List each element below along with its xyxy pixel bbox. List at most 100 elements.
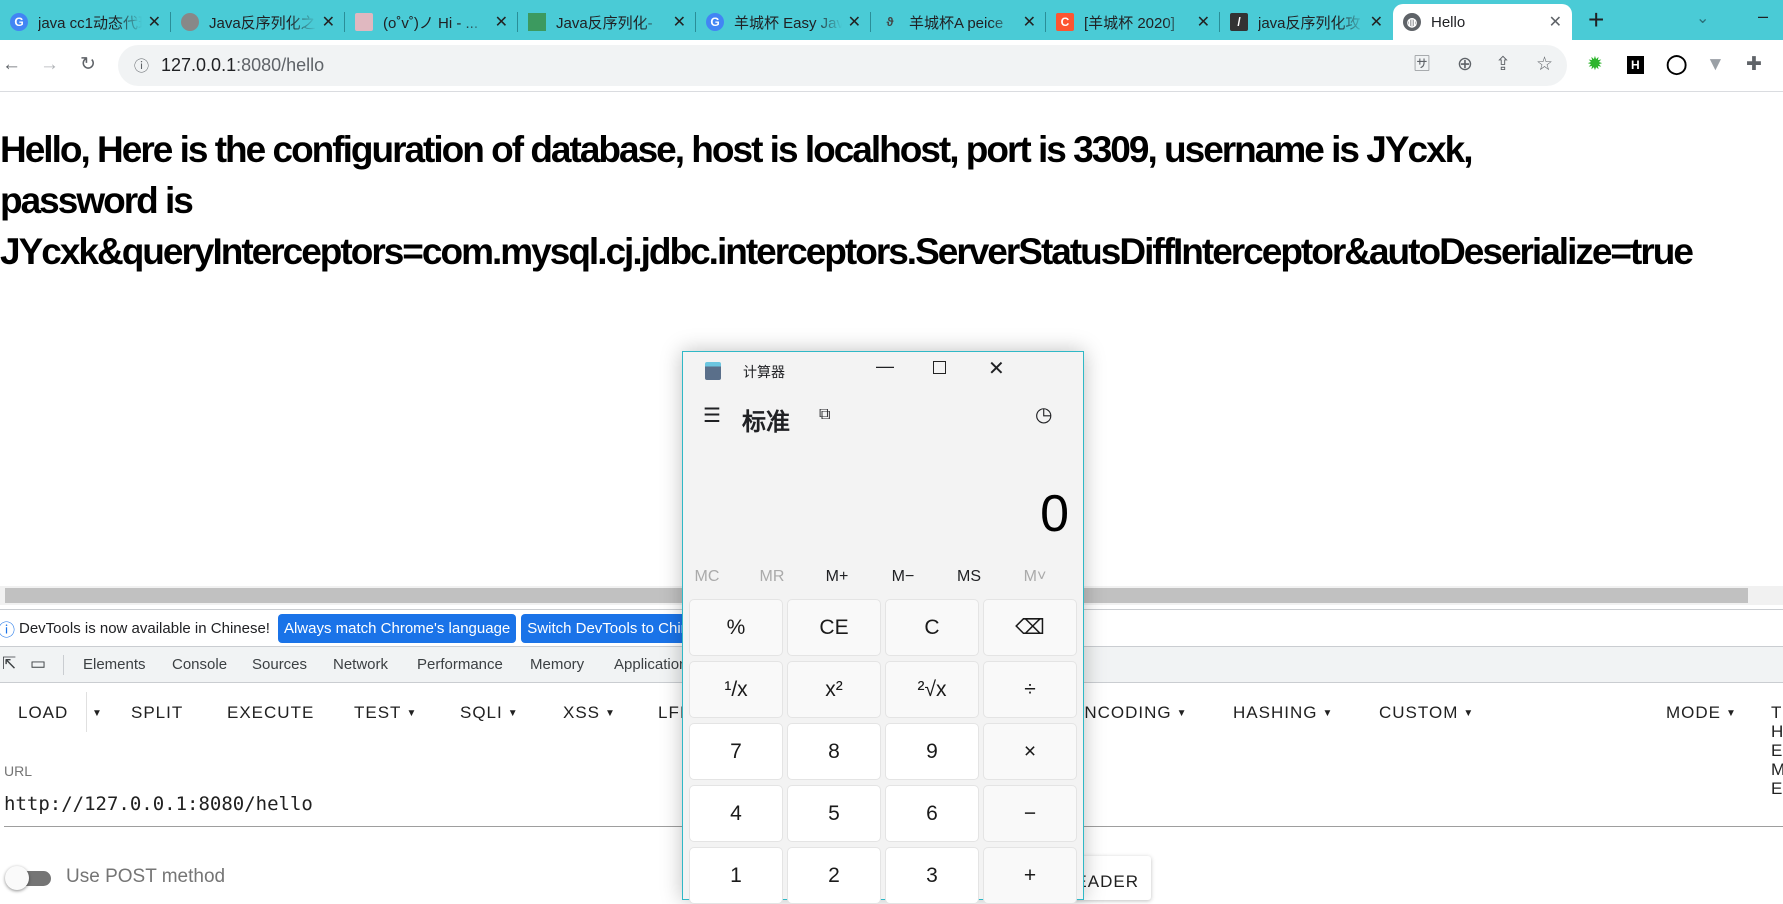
browser-tab[interactable]: / java反序列化攻 ✕ xyxy=(1220,4,1393,40)
inspect-element-icon[interactable]: ⇱ xyxy=(2,654,16,674)
translate-icon[interactable]: 🈂 xyxy=(1414,54,1430,76)
key-backspace-button[interactable]: ⌫ xyxy=(983,599,1077,656)
memory-recall-button[interactable]: MR xyxy=(742,568,802,586)
new-tab-button[interactable]: + xyxy=(1588,4,1604,36)
key-clear-button[interactable]: C xyxy=(885,599,979,656)
info-icon[interactable]: ⓘ xyxy=(134,55,149,76)
close-tab-icon[interactable]: ✕ xyxy=(1370,12,1383,32)
google-icon: G xyxy=(10,13,28,31)
browser-tab[interactable]: Java反序列化- ✕ xyxy=(518,4,696,40)
green-bars-icon xyxy=(528,13,546,31)
memory-store-button[interactable]: MS xyxy=(939,568,999,586)
memory-clear-button[interactable]: MC xyxy=(677,568,737,586)
post-method-toggle[interactable] xyxy=(5,866,51,890)
close-tab-icon[interactable]: ✕ xyxy=(1023,12,1036,32)
xss-menu[interactable]: XSS ▼ xyxy=(563,703,616,723)
key-add-button[interactable]: + xyxy=(983,847,1077,904)
execute-button[interactable]: EXECUTE xyxy=(227,703,314,723)
browser-tab[interactable]: (o˚v˚)ノ Hi - ... ✕ xyxy=(345,4,518,40)
avatar-icon xyxy=(181,13,199,31)
mode-menu[interactable]: MODE ▼ xyxy=(1666,703,1737,723)
theme-menu[interactable]: THEME xyxy=(1771,703,1783,798)
close-tab-icon[interactable]: ✕ xyxy=(1197,12,1210,32)
key-square-root-button[interactable]: ²√x xyxy=(885,661,979,718)
content-line: Hello, Here is the configuration of data… xyxy=(0,129,1474,170)
key-five-button[interactable]: 5 xyxy=(787,785,881,842)
history-icon[interactable]: ◷ xyxy=(1035,402,1052,427)
tab-elements[interactable]: Elements xyxy=(83,656,146,673)
close-tab-icon[interactable]: ✕ xyxy=(148,12,161,32)
tab-memory[interactable]: Memory xyxy=(530,656,584,673)
key-square-button[interactable]: x² xyxy=(787,661,881,718)
extension-o-icon[interactable]: ◯ xyxy=(1666,54,1687,76)
extension-green-gear-icon[interactable]: ✹ xyxy=(1587,54,1603,76)
key-subtract-button[interactable]: − xyxy=(983,785,1077,842)
key-eight-button[interactable]: 8 xyxy=(787,723,881,780)
back-icon[interactable]: ← xyxy=(2,54,21,76)
zoom-icon[interactable]: ⊕ xyxy=(1457,54,1473,76)
minimize-icon[interactable]: — xyxy=(876,356,894,377)
minimize-window-icon[interactable]: – xyxy=(1758,6,1768,27)
tab-network[interactable]: Network xyxy=(333,656,388,673)
key-four-button[interactable]: 4 xyxy=(689,785,783,842)
share-icon[interactable]: ⇪ xyxy=(1495,54,1511,76)
key-nine-button[interactable]: 9 xyxy=(885,723,979,780)
load-button[interactable]: LOAD xyxy=(18,703,68,723)
browser-tab[interactable]: C [羊城杯 2020] ✕ xyxy=(1046,4,1220,40)
close-icon[interactable]: ✕ xyxy=(988,356,1005,381)
browser-tab-active[interactable]: ◍ Hello ✕ xyxy=(1393,4,1572,40)
hamburger-menu-icon[interactable]: ☰ xyxy=(703,403,721,428)
memory-add-button[interactable]: M+ xyxy=(807,568,867,586)
tab-application[interactable]: Application xyxy=(614,656,687,673)
memory-list-button[interactable]: M˅ xyxy=(1005,568,1065,586)
keep-on-top-icon[interactable]: ⧉ xyxy=(819,406,830,424)
sqli-menu[interactable]: SQLI ▼ xyxy=(460,703,519,723)
browser-tab[interactable]: Java反序列化之 ✕ xyxy=(171,4,345,40)
browser-tab[interactable]: ϑ 羊城杯A peice ✕ xyxy=(871,4,1046,40)
key-seven-button[interactable]: 7 xyxy=(689,723,783,780)
split-button[interactable]: SPLIT xyxy=(131,703,183,723)
close-tab-icon[interactable]: ✕ xyxy=(1549,12,1562,32)
close-tab-icon[interactable]: ✕ xyxy=(673,12,686,32)
close-tab-icon[interactable]: ✕ xyxy=(495,12,508,32)
match-language-button[interactable]: Always match Chrome's language xyxy=(277,613,517,643)
key-multiply-button[interactable]: × xyxy=(983,723,1077,780)
tab-search-chevron-icon[interactable]: ⌄ xyxy=(1696,8,1709,28)
reload-icon[interactable]: ↻ xyxy=(80,54,96,76)
tab-performance[interactable]: Performance xyxy=(417,656,503,673)
tab-console[interactable]: Console xyxy=(172,656,227,673)
encoding-menu[interactable]: ENCODING ▼ xyxy=(1072,703,1188,723)
key-one-button[interactable]: 1 xyxy=(689,847,783,904)
test-menu[interactable]: TEST ▼ xyxy=(354,703,417,723)
bookmark-star-icon[interactable]: ☆ xyxy=(1536,54,1553,76)
close-tab-icon[interactable]: ✕ xyxy=(848,12,861,32)
close-tab-icon[interactable]: ✕ xyxy=(322,12,335,32)
maximize-icon[interactable] xyxy=(933,361,946,374)
load-dropdown-caret-icon[interactable]: ▼ xyxy=(92,708,103,719)
extensions-puzzle-icon[interactable]: ✚ xyxy=(1746,54,1762,76)
memory-subtract-button[interactable]: M− xyxy=(873,568,933,586)
browser-tab[interactable]: Gjava cc1动态代理 ✕ xyxy=(0,4,171,40)
key-reciprocal-button[interactable]: ¹/x xyxy=(689,661,783,718)
url-input[interactable]: http://127.0.0.1:8080/hello xyxy=(4,793,313,815)
tab-sources[interactable]: Sources xyxy=(252,656,307,673)
key-percent-button[interactable]: % xyxy=(689,599,783,656)
extension-h-icon[interactable]: H xyxy=(1627,56,1644,74)
key-six-button[interactable]: 6 xyxy=(885,785,979,842)
key-divide-button[interactable]: ÷ xyxy=(983,661,1077,718)
hashing-menu[interactable]: HASHING ▼ xyxy=(1233,703,1333,723)
custom-menu[interactable]: CUSTOM ▼ xyxy=(1379,703,1474,723)
browser-tab[interactable]: G 羊城杯 Easy Java ✕ xyxy=(696,4,871,40)
key-clear-entry-button[interactable]: CE xyxy=(787,599,881,656)
google-icon: G xyxy=(706,13,724,31)
key-two-button[interactable]: 2 xyxy=(787,847,881,904)
content-line: JYcxk&queryInterceptors=com.mysql.cj.jdb… xyxy=(0,231,1694,272)
zhihu-icon: / xyxy=(1230,13,1248,31)
key-three-button[interactable]: 3 xyxy=(885,847,979,904)
extension-vue-icon[interactable]: ▼ xyxy=(1706,54,1725,76)
device-toolbar-icon[interactable]: ▭ xyxy=(30,654,46,674)
forward-icon[interactable]: → xyxy=(40,54,59,76)
csdn-icon: C xyxy=(1056,13,1074,31)
address-bar[interactable]: ⓘ 127.0.0.1:8080/hello xyxy=(118,45,1567,86)
url-host: 127.0.0.1 xyxy=(161,55,237,75)
